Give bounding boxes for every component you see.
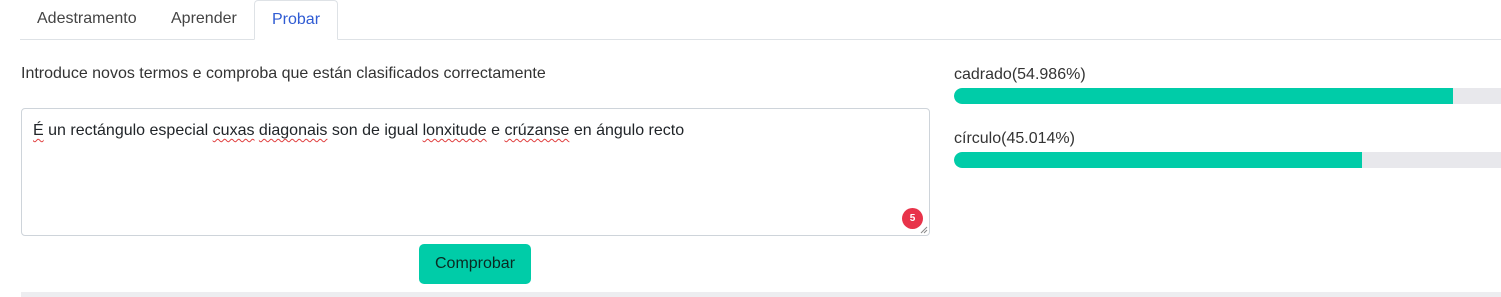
result-bar-fill bbox=[954, 88, 1453, 104]
footer-strip bbox=[21, 292, 1501, 297]
result-bar-fill bbox=[954, 152, 1363, 168]
input-segment: crúzanse bbox=[504, 122, 570, 139]
input-segment: cuxas bbox=[212, 122, 255, 139]
input-segment: en ángulo recto bbox=[569, 122, 685, 139]
tab-probar[interactable]: Probar bbox=[254, 0, 339, 40]
result-label: círculo(45.014%) bbox=[954, 130, 1075, 147]
input-segment: e bbox=[486, 122, 505, 139]
input-segment: diagonais bbox=[258, 122, 328, 139]
input-segment: lonxitude bbox=[422, 122, 487, 139]
test-text-input[interactable]: É un rectángulo especial cuxas diagonais… bbox=[21, 108, 930, 236]
result-circulo: círculo(45.014%) bbox=[954, 129, 1501, 168]
tab-bar: Adestramento Aprender Probar bbox=[20, 0, 1501, 40]
input-text: É un rectángulo especial cuxas diagonais… bbox=[33, 122, 684, 140]
input-segment: son de igual bbox=[327, 122, 423, 139]
input-segment: un rectángulo especial bbox=[43, 122, 213, 139]
check-button[interactable]: Comprobar bbox=[419, 244, 531, 284]
result-label: cadrado(54.986%) bbox=[954, 66, 1086, 83]
result-bar-track bbox=[954, 88, 1501, 104]
result-cadrado: cadrado(54.986%) bbox=[954, 65, 1501, 104]
resize-grip-icon[interactable] bbox=[920, 226, 928, 234]
tab-adestramento[interactable]: Adestramento bbox=[20, 0, 154, 39]
tab-aprender[interactable]: Aprender bbox=[154, 0, 254, 39]
result-bar-track bbox=[954, 152, 1501, 168]
input-segment: É bbox=[33, 122, 44, 139]
instruction-text: Introduce novos termos e comproba que es… bbox=[21, 65, 546, 82]
page: Adestramento Aprender Probar Introduce n… bbox=[0, 0, 1501, 297]
